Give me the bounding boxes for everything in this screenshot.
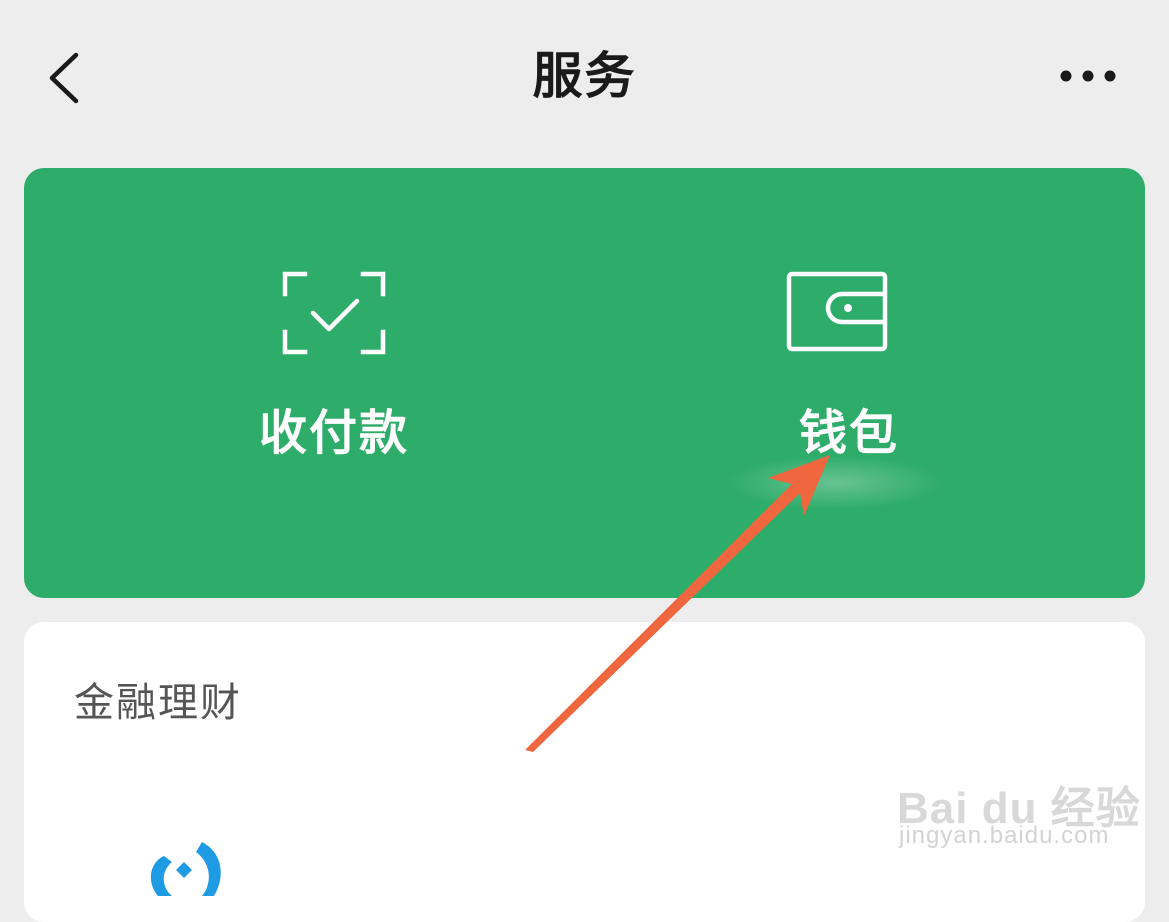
nav-bar: 服务 (0, 0, 1169, 150)
highlight-glow (725, 455, 945, 510)
more-button[interactable] (1052, 58, 1124, 94)
payment-panel: 收付款 钱包 (24, 168, 1145, 598)
wallet-icon (786, 271, 888, 352)
more-dots-icon (1060, 70, 1116, 82)
finance-card: 金融理财 (24, 622, 1145, 922)
page-title: 服务 (532, 47, 637, 105)
receive-pay-button[interactable]: 收付款 (24, 168, 584, 598)
wallet-label: 钱包 (798, 405, 899, 461)
section-title-finance: 金融理财 (74, 680, 242, 726)
finance-icon[interactable] (132, 822, 242, 902)
receive-pay-label: 收付款 (258, 405, 409, 461)
wallet-button[interactable]: 钱包 (584, 168, 1144, 598)
scan-check-icon (282, 271, 386, 355)
